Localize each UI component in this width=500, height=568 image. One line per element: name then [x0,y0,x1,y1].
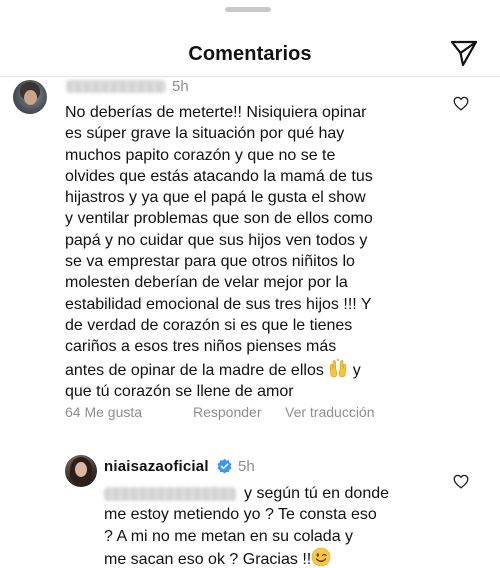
blurred-username [66,80,166,93]
comment-line: antes de opinar de la madre de ellos [65,361,324,379]
comment-text: No deberías de meterte!! Nisiquiera opin… [65,102,445,402]
avatar[interactable] [13,80,47,114]
see-translation-button[interactable]: Ver traducción [285,404,375,420]
reply-line: ? A mi no me metan en su colada y [104,527,354,545]
avatar[interactable] [65,455,97,487]
comment-line: muchos papito corazón y que no se te [65,146,336,164]
comment-line: estabilidad emocional de sus tres hijos … [65,295,372,313]
verified-badge-icon [217,458,232,474]
comments-header: Comentarios [0,30,500,76]
comment-line: que tú corazón se llene de amor [65,382,294,400]
comment-time: 5h [172,78,189,95]
comments-sheet: Comentarios 5h No deberías de meterte!! … [0,0,500,568]
comment-line: olvides que estás atacando la mamá de tu… [65,167,373,185]
reply-time: 5h [238,458,255,475]
comment-line-with-emoji: antes de opinar de la madre de ellos y [65,358,445,381]
reply-username[interactable]: niaisazaoficial [104,458,209,475]
heart-outline-icon[interactable] [453,96,469,111]
header-divider [0,76,500,77]
comment-line: molesten deberían de velar mejor por la [65,274,348,292]
reply-line-with-emoji: me sacan eso ok ? Gracias !! [104,547,444,568]
heart-outline-icon[interactable] [453,474,469,489]
comment-line-suffix: y [352,361,361,379]
comment-line: de verdad de corazón si es que le tienes [65,316,353,334]
likes-count-link[interactable]: 64 Me gusta [65,404,142,420]
comment-line: papá y no cuidar que sus hijos ven todos… [65,231,368,249]
page-title: Comentarios [188,43,312,65]
reply-button[interactable]: Responder [193,404,262,420]
comment-line: cariños a esos tres niños pienses más [65,338,337,356]
reply-text: y según tú en donde me estoy metiendo yo… [104,483,444,568]
paper-plane-icon[interactable] [449,38,479,68]
comment-line: No deberías de meterte!! Nisiquiera opin… [65,104,367,121]
comment-line: se va emprestar para que otros niñitos l… [65,253,355,271]
winking-face-emoji [311,547,331,567]
reply-line: y según tú en donde [244,485,390,502]
comment-line: y ventilar problemas que son de ellos co… [65,210,373,228]
comment-line: es súper grave la situación por qué hay [65,125,345,143]
sheet-drag-handle[interactable] [225,7,271,12]
reply-line: me estoy metiendo yo ? Te consta eso [104,506,377,524]
reply-line: me sacan eso ok ? Gracias !! [104,550,312,568]
comment-line: hijastros y ya que el papá le gusta el s… [65,189,366,207]
raising-hands-emoji [329,358,347,377]
